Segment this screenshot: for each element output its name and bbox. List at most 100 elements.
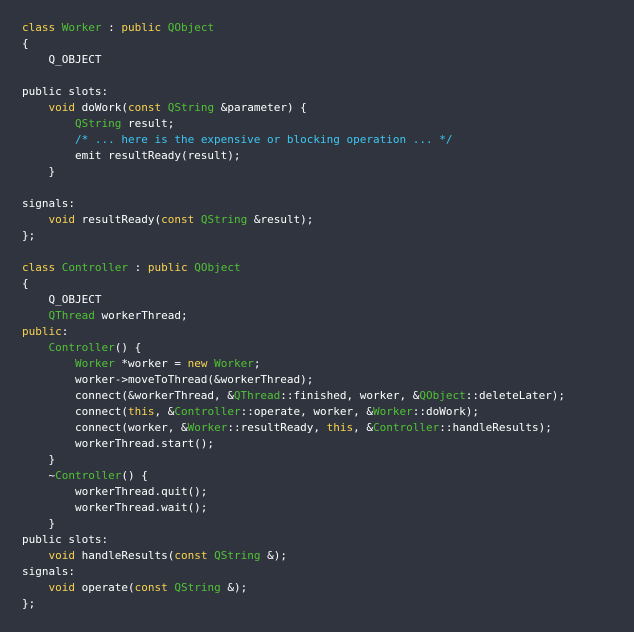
code-text: doWork( [75, 101, 128, 114]
code-type: QObject [419, 389, 466, 402]
code-keyword: this [326, 421, 354, 434]
code-text: workerThread.start(); [22, 437, 215, 450]
code-line: } [22, 164, 634, 180]
code-type: Worker [187, 421, 228, 434]
code-type: Controller [48, 341, 115, 354]
code-type: QObject [194, 261, 241, 274]
code-line: void resultReady(const QString &result); [22, 212, 634, 228]
code-text: : [101, 21, 122, 34]
code-text: Q_OBJECT [22, 53, 102, 66]
code-line: workerThread.start(); [22, 436, 634, 452]
code-line: connect(this, &Controller::operate, work… [22, 404, 634, 420]
code-text: () { [114, 341, 142, 354]
code-keyword: void [48, 549, 76, 562]
code-keyword: void [48, 581, 76, 594]
code-text: connect(&workerThread, & [22, 389, 234, 402]
code-type: Worker [74, 357, 115, 370]
code-text: ::doWork); [412, 405, 480, 418]
code-line: }; [22, 596, 634, 612]
code-line: }; [22, 228, 634, 244]
code-line: Q_OBJECT [22, 292, 634, 308]
code-text: &result); [247, 213, 314, 226]
code-line: worker->moveToThread(&workerThread); [22, 372, 634, 388]
code-text: handleResults( [75, 549, 175, 562]
code-text: ::handleResults); [439, 421, 552, 434]
code-text: }; [22, 597, 36, 610]
code-text: connect(worker, & [22, 421, 188, 434]
code-line: Controller() { [22, 340, 634, 356]
code-text: public slots: [22, 533, 109, 546]
code-text: signals: [22, 197, 75, 210]
code-line: class Worker : public QObject [22, 20, 634, 36]
code-type: Controller [373, 421, 440, 434]
code-keyword: const [134, 581, 168, 594]
code-line: emit resultReady(result); [22, 148, 634, 164]
code-keyword: void [48, 213, 76, 226]
code-type: QObject [167, 21, 215, 34]
code-line: ~Controller() { [22, 468, 634, 484]
code-text: , & [154, 405, 175, 418]
code-type: QString [174, 581, 221, 594]
code-line: public slots: [22, 532, 634, 548]
code-text: } [22, 453, 56, 466]
code-line: workerThread.wait(); [22, 500, 634, 516]
code-line: Worker *worker = new Worker; [22, 356, 634, 372]
code-keyword: void [48, 101, 76, 114]
code-keyword: class [22, 21, 56, 34]
code-line: public slots: [22, 84, 634, 100]
code-keyword: public [147, 261, 188, 274]
code-text: ::operate, worker, & [240, 405, 374, 418]
code-type: Controller [61, 261, 128, 274]
code-block: class Worker : public QObject{ Q_OBJECT p… [0, 0, 634, 632]
code-keyword: const [174, 549, 208, 562]
code-keyword: class [22, 261, 56, 274]
code-text: ::resultReady, [227, 421, 327, 434]
code-text: : [61, 325, 69, 338]
code-line: signals: [22, 564, 634, 580]
code-type: QString [74, 117, 122, 130]
code-text: resultReady( [75, 213, 162, 226]
code-line: class Controller : public QObject [22, 260, 634, 276]
code-text: } [22, 517, 56, 530]
code-line: Q_OBJECT [22, 52, 634, 68]
code-line: QThread workerThread; [22, 308, 634, 324]
code-type: QString [214, 549, 261, 562]
code-line: } [22, 516, 634, 532]
code-line: { [22, 276, 634, 292]
code-text: ::finished, worker, & [280, 389, 420, 402]
code-line: /* ... here is the expensive or blocking… [22, 132, 634, 148]
code-text: connect( [22, 405, 128, 418]
code-line: void handleResults(const QString &); [22, 548, 634, 564]
code-text: *worker = [114, 357, 188, 370]
code-text: workerThread.quit(); [22, 485, 208, 498]
code-text: operate( [75, 581, 135, 594]
code-comment: /* ... here is the expensive or blocking… [74, 133, 453, 146]
code-type: Worker [61, 21, 102, 34]
code-text: result; [121, 117, 175, 130]
code-line: connect(worker, &Worker::resultReady, th… [22, 420, 634, 436]
code-keyword: public [121, 21, 162, 34]
code-keyword: new [187, 357, 208, 370]
code-keyword: this [127, 405, 155, 418]
code-type: QString [167, 101, 215, 114]
code-line: QString result; [22, 116, 634, 132]
code-text: signals: [22, 565, 75, 578]
code-text: public slots: [22, 85, 109, 98]
code-text: &); [220, 581, 248, 594]
code-type: Controller [174, 405, 241, 418]
code-line: public: [22, 324, 634, 340]
code-type: QThread [48, 309, 95, 322]
code-type: Worker [373, 405, 413, 418]
